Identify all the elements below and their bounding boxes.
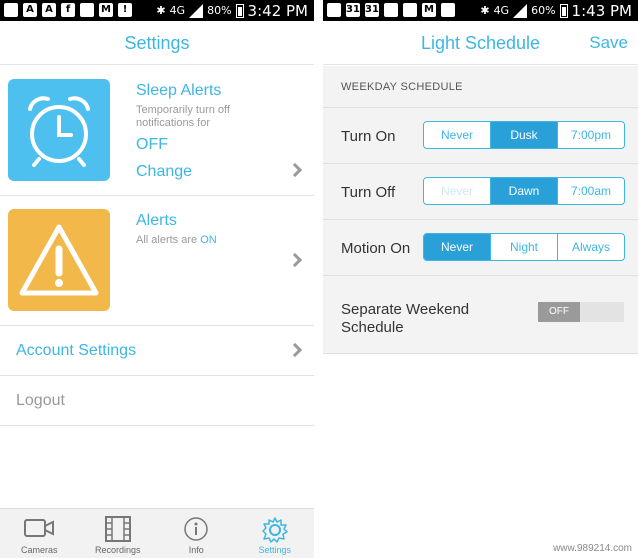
chevron-right-icon — [287, 162, 303, 178]
battery-icon — [235, 3, 244, 18]
warning-icon: ! — [118, 3, 132, 17]
message-icon — [4, 3, 18, 17]
nav-label: Info — [188, 545, 204, 555]
nav-cameras[interactable]: Cameras — [0, 509, 79, 558]
nav-label: Settings — [258, 545, 292, 555]
turn-off-option-dawn[interactable]: Dawn — [490, 178, 557, 204]
network-type: 4G — [169, 4, 186, 17]
nav-label: Recordings — [94, 545, 141, 555]
mail-icon: M — [422, 3, 436, 17]
alerts-description: All alerts are ON — [136, 234, 217, 247]
page-title: Settings — [124, 33, 190, 53]
header: Light Schedule Save — [323, 21, 638, 65]
turn-off-label: Turn Off — [341, 184, 396, 201]
motion-on-row: Motion On Never Night Always — [323, 220, 638, 276]
gear-icon — [262, 517, 288, 543]
separate-weekend-toggle[interactable]: OFF — [538, 302, 624, 322]
calendar-icon: 31 — [365, 3, 379, 17]
info-icon — [184, 517, 208, 541]
section-header-label: WEEKDAY SCHEDULE — [341, 81, 463, 93]
schedule-panel: WEEKDAY SCHEDULE Turn On Never Dusk 7:00… — [323, 66, 638, 354]
save-button[interactable]: Save — [589, 33, 628, 53]
separate-weekend-row: Separate Weekend Schedule OFF — [323, 286, 638, 354]
motion-on-label: Motion On — [341, 240, 411, 257]
mail-icon: M — [99, 3, 113, 17]
divider — [314, 0, 323, 558]
facebook-icon: f — [61, 3, 75, 17]
battery-icon — [559, 3, 568, 18]
status-bar: 31 31 M ✱ 4G 60% 1:43 PM — [323, 0, 638, 21]
turn-off-option-never: Never — [440, 184, 473, 198]
gallery-icon — [403, 3, 417, 17]
light-schedule-screen: 31 31 M ✱ 4G 60% 1:43 PM Light Schedule … — [323, 0, 638, 558]
battery-percent: 80% — [207, 4, 232, 17]
alerts-status: ON — [200, 234, 217, 246]
status-bar: A A f M ! ✱ 4G 80% 3:42 PM — [0, 0, 314, 21]
turn-on-option-time[interactable]: 7:00pm — [557, 122, 624, 148]
turn-on-label: Turn On — [341, 128, 396, 145]
clock: 3:42 PM — [247, 1, 308, 20]
alerts-description-prefix: All alerts are — [136, 234, 198, 246]
alarm-clock-icon — [8, 79, 110, 181]
alerts-row[interactable]: Alerts All alerts are ON — [0, 196, 314, 326]
logout-row[interactable]: Logout — [0, 376, 314, 426]
bluetooth-icon: ✱ — [156, 4, 166, 17]
sleep-alerts-value: OFF — [136, 136, 168, 153]
alerts-title: Alerts — [136, 212, 177, 229]
turn-off-option-time[interactable]: 7:00am — [557, 178, 624, 204]
battery-percent: 60% — [531, 4, 556, 17]
calendar-icon: 31 — [346, 3, 360, 17]
nav-info[interactable]: Info — [157, 509, 236, 558]
sleep-alerts-title: Sleep Alerts — [136, 82, 222, 99]
message-icon — [327, 3, 341, 17]
bottom-nav: Cameras Recordings Info Settings — [0, 508, 314, 558]
account-settings-label: Account Settings — [16, 342, 137, 359]
turn-off-row: Turn Off Never Dawn 7:00am — [323, 164, 638, 220]
clock: 1:43 PM — [571, 1, 632, 20]
phone-icon — [441, 3, 455, 17]
notification-icons: 31 31 M — [327, 3, 455, 17]
turn-on-segmented-control: Never Dusk 7:00pm — [423, 121, 625, 149]
film-icon — [104, 516, 131, 542]
watermark: www.989214.com — [551, 543, 634, 554]
nav-label: Cameras — [20, 545, 58, 555]
settings-screen: A A f M ! ✱ 4G 80% 3:42 PM Settings Slee… — [0, 0, 314, 558]
warning-icon — [8, 209, 110, 311]
gallery-icon — [80, 3, 94, 17]
app-icon — [384, 3, 398, 17]
network-type: 4G — [493, 4, 510, 17]
account-settings-row[interactable]: Account Settings — [0, 326, 314, 376]
motion-on-option-night[interactable]: Night — [490, 234, 557, 260]
turn-on-option-never[interactable]: Never — [424, 122, 490, 148]
motion-on-option-always[interactable]: Always — [557, 234, 624, 260]
motion-on-option-never[interactable]: Never — [424, 234, 490, 260]
motion-on-segmented-control: Never Night Always — [423, 233, 625, 261]
turn-off-segmented-control: Never Dawn 7:00am — [423, 177, 625, 205]
signal-icon — [513, 3, 528, 18]
logout-label: Logout — [16, 392, 65, 409]
app-icon: A — [23, 3, 37, 17]
bluetooth-icon: ✱ — [480, 4, 490, 17]
toggle-knob: OFF — [538, 302, 580, 322]
turn-on-option-dusk[interactable]: Dusk — [490, 122, 557, 148]
notification-icons: A A f M ! — [4, 3, 132, 17]
nav-recordings[interactable]: Recordings — [79, 509, 158, 558]
sleep-alerts-change-link[interactable]: Change — [136, 163, 192, 181]
chevron-right-icon — [287, 252, 303, 268]
sleep-alerts-description: Temporarily turn off notifications for — [136, 104, 230, 129]
separate-weekend-label: Separate Weekend Schedule — [341, 301, 470, 336]
signal-icon — [189, 3, 204, 18]
chevron-right-icon — [287, 342, 303, 358]
sleep-alerts-row[interactable]: Sleep Alerts Temporarily turn off notifi… — [0, 66, 314, 196]
nav-settings[interactable]: Settings — [236, 509, 315, 558]
app-icon: A — [42, 3, 56, 17]
turn-on-row: Turn On Never Dusk 7:00pm — [323, 108, 638, 164]
header: Settings — [0, 21, 314, 65]
section-header: WEEKDAY SCHEDULE — [323, 66, 638, 108]
camera-icon — [24, 519, 55, 537]
